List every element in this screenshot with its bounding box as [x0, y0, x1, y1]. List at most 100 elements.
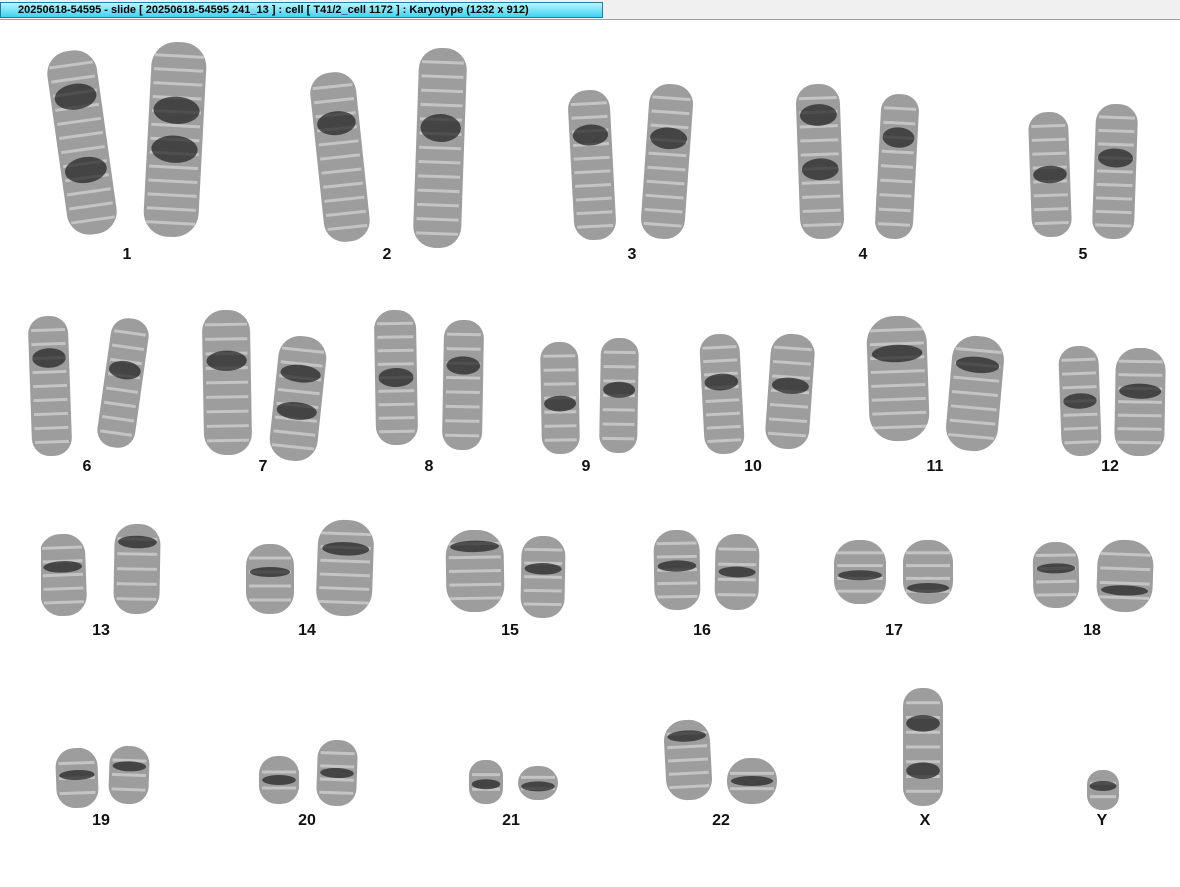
chromosome-label-14: 14: [298, 622, 316, 639]
chromosome-20-1[interactable]: [259, 756, 299, 804]
chromosome-11-2[interactable]: [944, 334, 1006, 453]
chromosome-pair-11[interactable]: 11: [855, 308, 1015, 482]
chromosome-pair-19[interactable]: 19: [46, 738, 156, 836]
chromosome-10-1[interactable]: [699, 333, 745, 455]
chromosome-18-1[interactable]: [1032, 541, 1080, 609]
chromosome-6-2[interactable]: [95, 316, 151, 450]
chromosome-pair-2-image: [308, 47, 468, 249]
chromosome-label-7: 7: [258, 458, 268, 475]
chromosome-pair-10[interactable]: 10: [683, 326, 823, 482]
chromosome-label-18: 18: [1083, 622, 1101, 639]
chromosome-4-1[interactable]: [795, 83, 845, 240]
chromosome-18-2[interactable]: [1096, 539, 1154, 613]
chromosome-label-4: 4: [858, 246, 868, 263]
chromosome-label-5: 5: [1078, 246, 1088, 263]
chromosome-label-2: 2: [382, 246, 392, 263]
chromosome-19-2[interactable]: [108, 745, 150, 805]
chromosome-15-2[interactable]: [520, 535, 566, 619]
chromosome-10-2[interactable]: [764, 333, 816, 451]
chromosome-17-1[interactable]: [834, 540, 886, 604]
chromosome-17-2[interactable]: [903, 540, 953, 604]
chromosome-pair-22[interactable]: 22: [646, 712, 796, 836]
chromosome-16-1[interactable]: [653, 529, 701, 611]
chromosome-3-1[interactable]: [567, 89, 617, 241]
chromosome-13-2[interactable]: [113, 523, 161, 615]
chromosome-14-2[interactable]: [315, 519, 374, 617]
chromosome-21-2[interactable]: [518, 766, 558, 800]
chromosome-pair-6[interactable]: 6: [12, 308, 162, 482]
window-titlebar: 20250618-54595 - slide [ 20250618-54595 …: [0, 0, 1180, 20]
chromosome-16-2[interactable]: [714, 533, 760, 611]
chromosome-label-1: 1: [122, 246, 132, 263]
chromosome-6-1[interactable]: [28, 315, 73, 457]
window-title[interactable]: 20250618-54595 - slide [ 20250618-54595 …: [0, 2, 603, 18]
karyogram-area: 1 2 3 4 5 6 7 8 9 10 11 12 13 14 15 16 17 18 19 20 21 22 X Y: [0, 20, 1180, 887]
chromosome-label-3: 3: [627, 246, 637, 263]
chromosome-15-1[interactable]: [445, 529, 505, 613]
chromosome-label-x: X: [919, 812, 931, 829]
chromosome-pair-9[interactable]: 9: [526, 330, 646, 482]
chromosome-pair-16[interactable]: 16: [637, 522, 767, 646]
chromosome-y-1[interactable]: [1087, 770, 1119, 810]
chromosome-4-2[interactable]: [874, 93, 920, 240]
chromosome-pair-15[interactable]: 15: [435, 522, 585, 646]
chromosome-11-1[interactable]: [866, 315, 930, 442]
chromosome-pair-17[interactable]: 17: [829, 532, 959, 646]
chromosome-pair-5[interactable]: 5: [993, 96, 1173, 270]
chromosome-pair-21[interactable]: 21: [451, 752, 571, 836]
chromosome-7-2[interactable]: [268, 334, 329, 463]
chromosome-5-1[interactable]: [1028, 111, 1072, 238]
chromosome-8-2[interactable]: [442, 319, 484, 451]
chromosome-pair-8[interactable]: 8: [359, 302, 499, 482]
chromosome-2-1[interactable]: [308, 70, 372, 244]
chromosome-pair-2[interactable]: 2: [287, 40, 487, 270]
chromosome-1-1[interactable]: [44, 47, 119, 237]
chromosome-pair-18[interactable]: 18: [1017, 532, 1167, 646]
chromosome-9-2[interactable]: [599, 337, 639, 454]
chromosome-pair-7[interactable]: 7: [188, 302, 338, 482]
chromosome-pair-y[interactable]: Y: [1067, 762, 1137, 836]
chromosome-x-1[interactable]: [903, 688, 943, 806]
chromosome-pair-7-image: [202, 309, 329, 463]
chromosome-pair-6-image: [28, 315, 151, 457]
chromosome-label-13: 13: [92, 622, 110, 639]
chromosome-pair-14[interactable]: 14: [232, 512, 382, 646]
chromosome-label-9: 9: [581, 458, 591, 475]
chromosome-pair-3[interactable]: 3: [542, 76, 722, 270]
chromosome-label-11: 11: [926, 458, 944, 475]
chromosome-pair-13[interactable]: 13: [41, 516, 161, 646]
chromosome-pair-1[interactable]: 1: [27, 34, 227, 270]
chromosome-label-16: 16: [693, 622, 711, 639]
chromosome-pair-12[interactable]: 12: [1040, 338, 1180, 482]
chromosome-12-2[interactable]: [1114, 347, 1166, 457]
chromosome-label-6: 6: [82, 458, 92, 475]
chromosome-pair-4[interactable]: 4: [773, 76, 953, 270]
chromosome-pair-8-image: [374, 309, 484, 451]
chromosome-pair-x[interactable]: X: [890, 680, 960, 836]
chromosome-22-2[interactable]: [727, 758, 777, 804]
chromosome-pair-20[interactable]: 20: [247, 732, 367, 836]
chromosome-pair-1-image: [44, 41, 207, 239]
chromosome-20-2[interactable]: [316, 739, 358, 807]
chromosome-5-2[interactable]: [1092, 103, 1139, 240]
chromosome-7-1[interactable]: [202, 309, 253, 456]
chromosome-1-2[interactable]: [142, 41, 207, 239]
chromosome-12-1[interactable]: [1058, 345, 1102, 457]
chromosome-2-2[interactable]: [413, 47, 468, 249]
chromosome-label-10: 10: [744, 458, 762, 475]
chromosome-pair-3-image: [567, 83, 695, 241]
chromosome-label-8: 8: [424, 458, 434, 475]
chromosome-label-21: 21: [502, 812, 520, 829]
chromosome-label-19: 19: [92, 812, 110, 829]
chromosome-14-1[interactable]: [246, 544, 294, 614]
chromosome-3-2[interactable]: [640, 83, 695, 241]
chromosome-13-1[interactable]: [41, 533, 87, 617]
chromosome-label-y: Y: [1096, 812, 1108, 829]
chromosome-19-1[interactable]: [55, 747, 99, 809]
chromosome-label-17: 17: [885, 622, 903, 639]
chromosome-pair-4-image: [795, 83, 920, 240]
chromosome-21-1[interactable]: [469, 760, 503, 804]
chromosome-8-1[interactable]: [374, 309, 418, 446]
chromosome-9-1[interactable]: [540, 341, 580, 455]
chromosome-22-1[interactable]: [663, 719, 713, 801]
